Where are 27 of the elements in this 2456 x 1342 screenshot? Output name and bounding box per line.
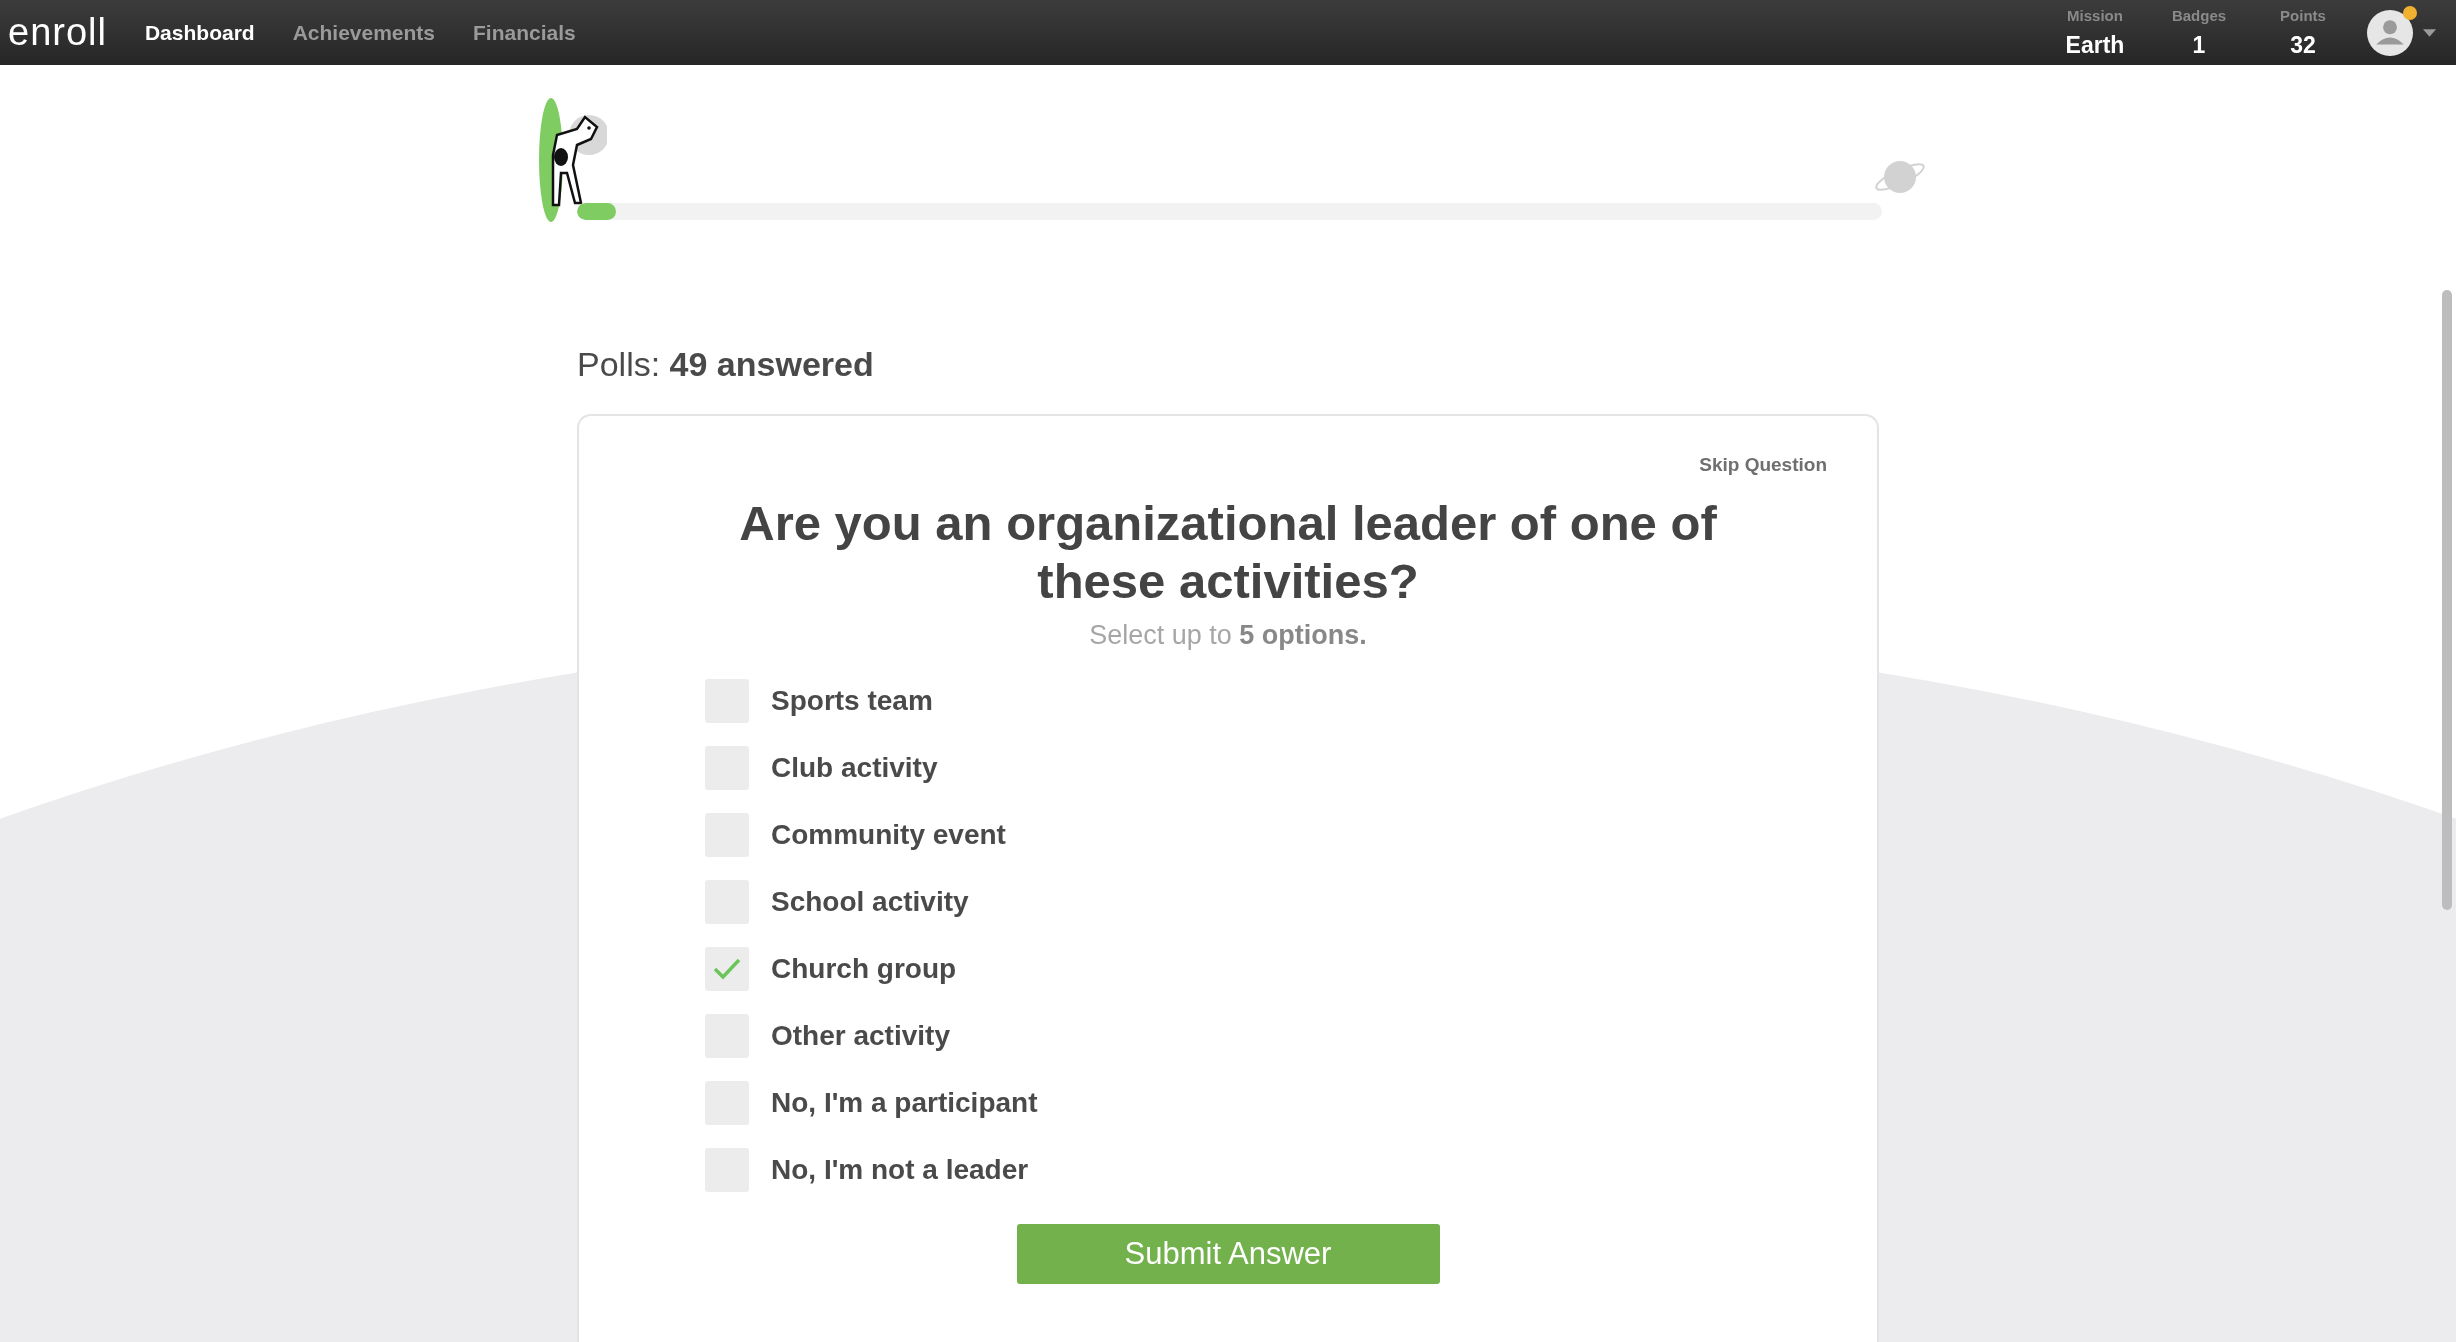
stat-label: Points bbox=[2280, 6, 2326, 24]
question-subtitle: Select up to 5 options. bbox=[1088, 620, 1368, 651]
option-label[interactable]: Sports team bbox=[771, 685, 933, 717]
polls-count: Polls: 49 answered bbox=[577, 345, 875, 384]
nav-link[interactable]: Achievements bbox=[292, 20, 436, 45]
stat-value: Earth bbox=[2065, 31, 2125, 59]
checkmark-icon bbox=[712, 957, 742, 981]
scrollbar-thumb[interactable] bbox=[2442, 290, 2452, 910]
stat-label: Badges bbox=[2171, 6, 2227, 24]
nav-link[interactable]: Financials bbox=[473, 20, 576, 45]
option-label[interactable]: No, I'm a participant bbox=[771, 1087, 1038, 1119]
avatar-icon[interactable] bbox=[2367, 9, 2413, 56]
option-label[interactable]: School activity bbox=[771, 886, 969, 918]
question-title: Are you an organizational leader of one of these activities? bbox=[738, 495, 1718, 610]
option-label[interactable]: Other activity bbox=[771, 1020, 950, 1052]
stat-label: Mission bbox=[2067, 6, 2123, 24]
option-label[interactable]: No, I'm not a leader bbox=[771, 1154, 1029, 1186]
logo[interactable]: enroll bbox=[8, 11, 107, 54]
checkbox[interactable] bbox=[705, 947, 749, 991]
skip-question-link[interactable]: Skip Question bbox=[1699, 454, 1827, 476]
option-label[interactable]: Club activity bbox=[771, 752, 938, 784]
option-label[interactable]: Community event bbox=[771, 819, 1006, 851]
nav-link[interactable]: Dashboard bbox=[144, 20, 255, 45]
stat-value: 32 bbox=[2290, 31, 2316, 59]
stat-value: 1 bbox=[2192, 31, 2206, 59]
option-label[interactable]: Church group bbox=[771, 953, 957, 985]
caret-icon[interactable] bbox=[2423, 28, 2436, 37]
